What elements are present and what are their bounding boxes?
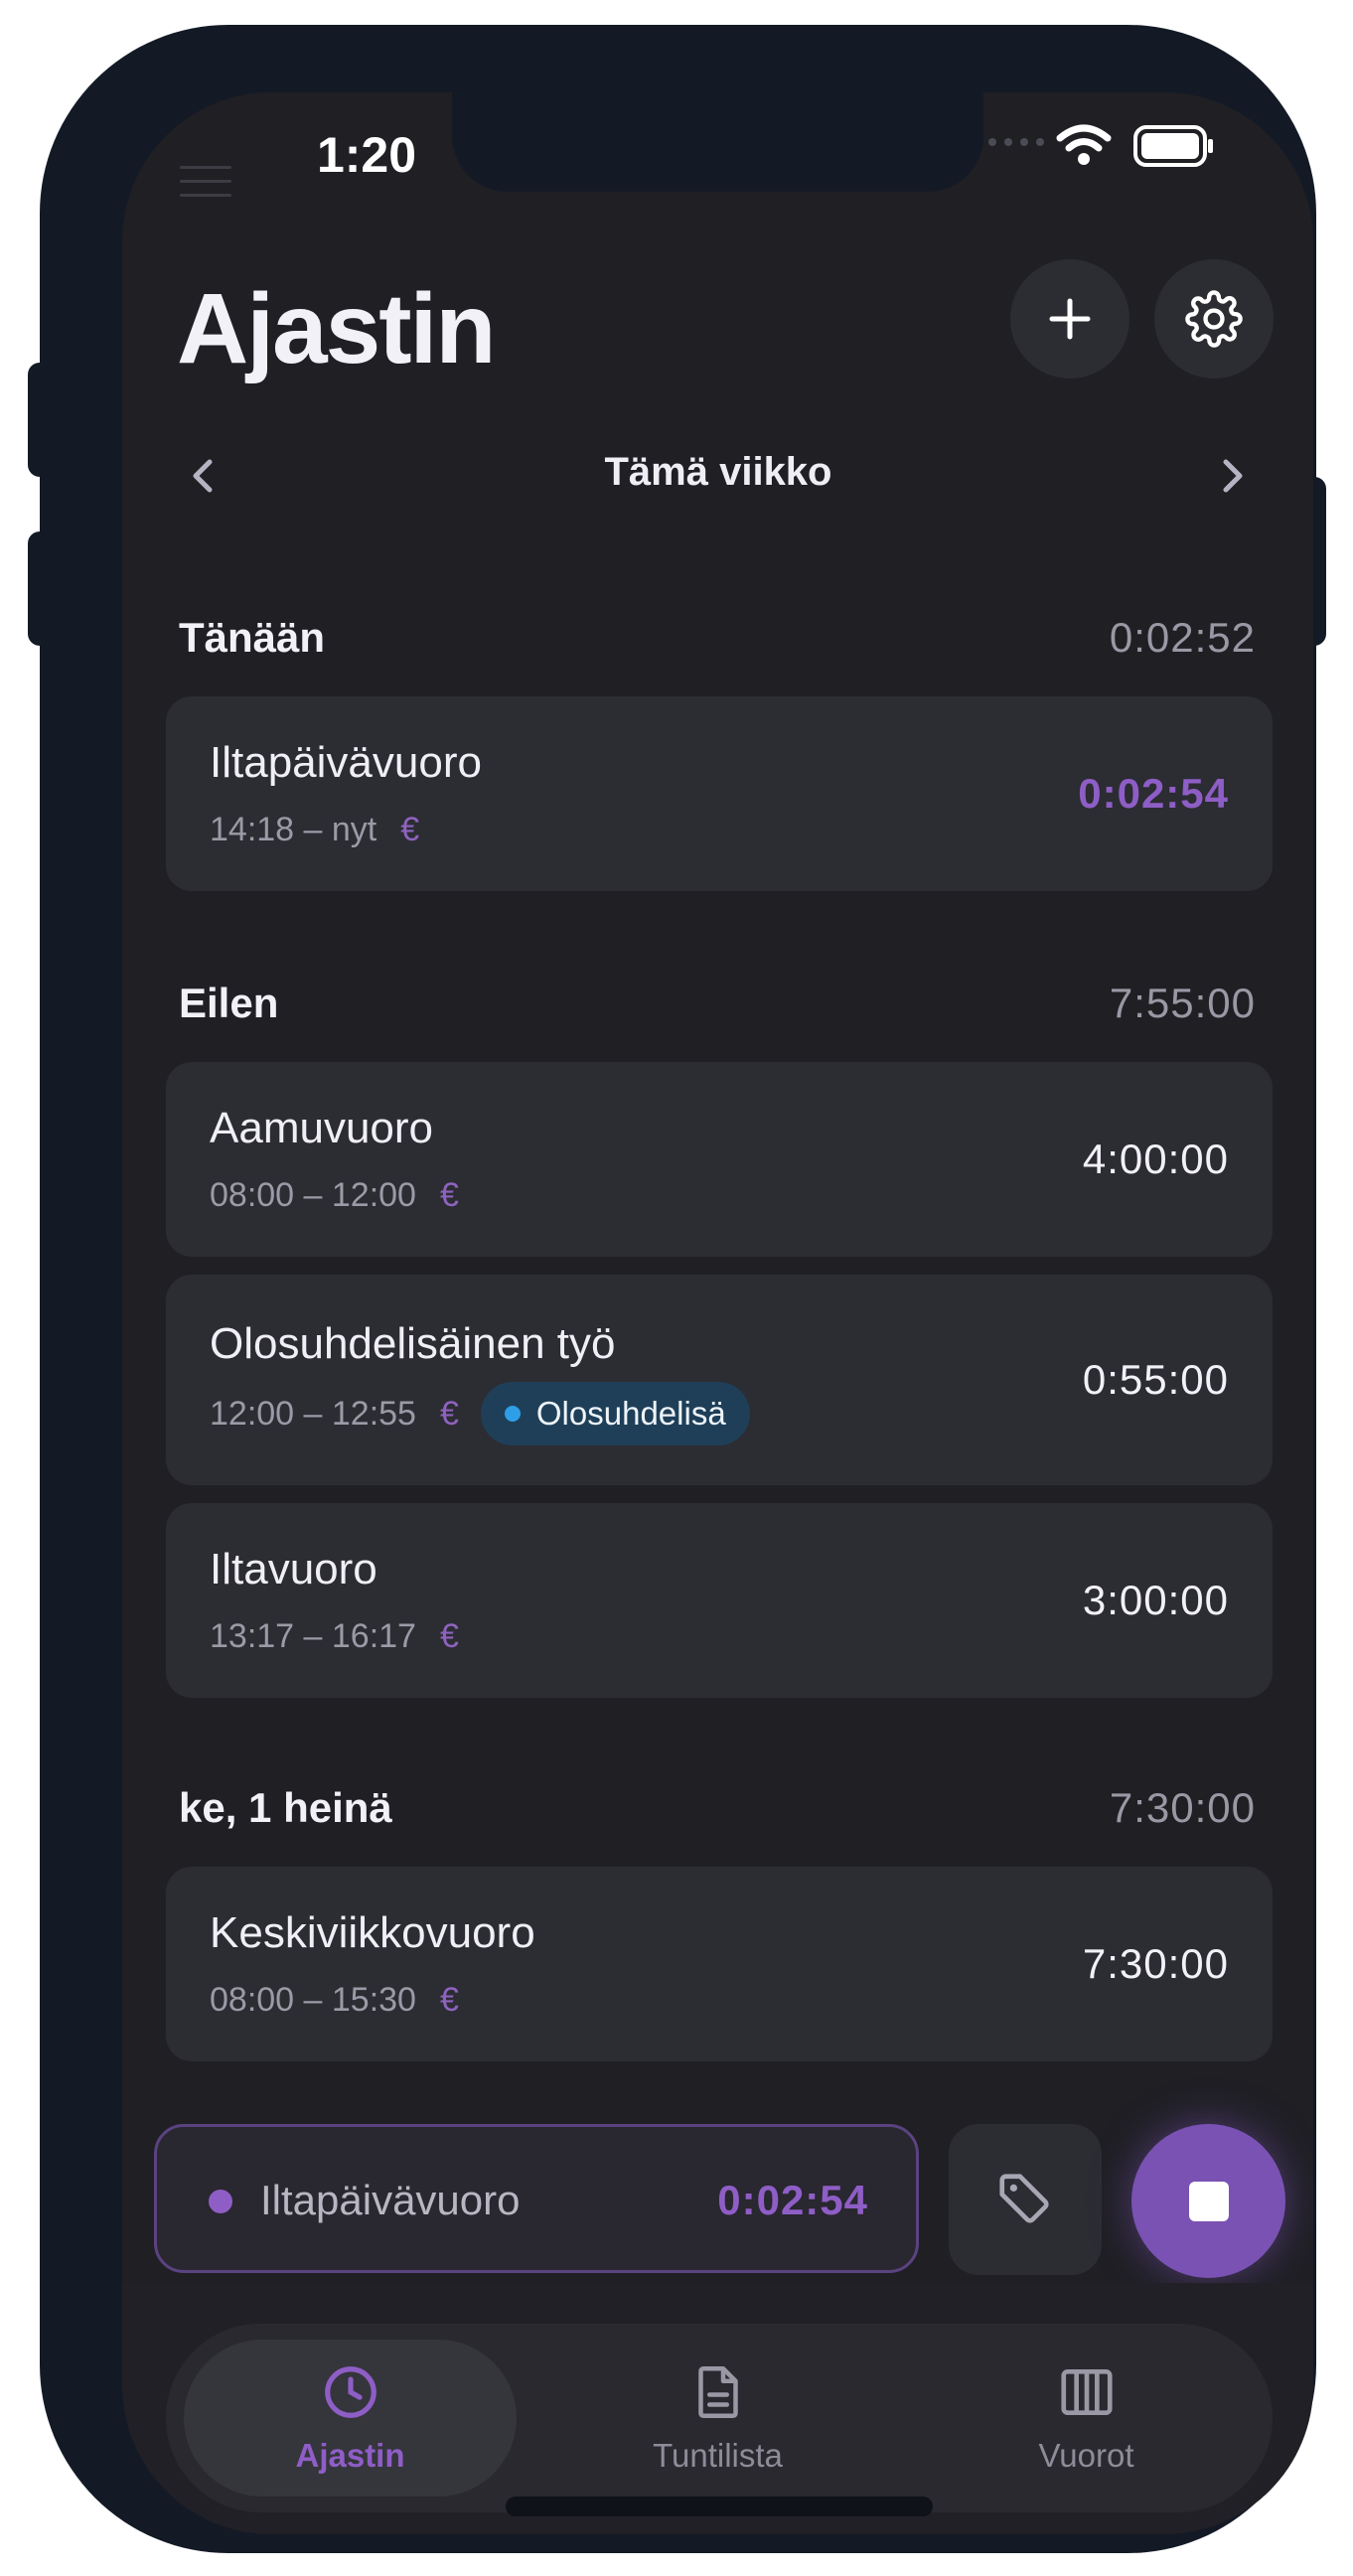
tab-label: Vuorot xyxy=(1038,2437,1134,2474)
entry-time-range: 08:00 – 12:00 xyxy=(210,1176,416,1214)
section-total-today: 0:02:52 xyxy=(1109,614,1256,661)
entry-duration: 3:00:00 xyxy=(1082,1577,1229,1623)
entry-time-range: 12:00 – 12:55 xyxy=(210,1394,416,1433)
week-label: Tämä viikko xyxy=(604,450,832,494)
cellular-icon xyxy=(986,132,1056,157)
entry-duration: 4:00:00 xyxy=(1082,1136,1229,1182)
tag-label: Olosuhdelisä xyxy=(535,1395,726,1432)
billable-icon: € xyxy=(439,1394,459,1433)
entry-time: 14:18 – nyt € xyxy=(210,811,419,849)
prev-week-button[interactable] xyxy=(188,456,218,501)
tab-tuntilista[interactable]: Tuntilista xyxy=(551,2340,884,2497)
next-week-button[interactable] xyxy=(1218,456,1248,501)
entry-card[interactable]: Iltapäivävuoro 14:18 – nyt € 0:02:54 xyxy=(166,696,1273,891)
section-total-yesterday: 7:55:00 xyxy=(1109,980,1256,1026)
entry-card[interactable]: Iltavuoro 13:17 – 16:17 € 3:00:00 xyxy=(166,1503,1273,1698)
stop-icon xyxy=(1188,2181,1229,2221)
entry-name: Iltavuoro xyxy=(210,1545,377,1593)
billable-icon: € xyxy=(439,1176,459,1214)
entry-time-range: 08:00 – 15:30 xyxy=(210,1981,416,2019)
tag-color-dot xyxy=(504,1406,521,1422)
tab-label: Ajastin xyxy=(295,2437,405,2474)
tab-label: Tuntilista xyxy=(653,2437,783,2474)
entry-name: Keskiviikkovuoro xyxy=(210,1908,535,1957)
entry-time: 08:00 – 12:00 € xyxy=(210,1176,459,1215)
app-screen: 1:20 Ajastin Tämä viikko Tänään 0:02:52 … xyxy=(122,92,1313,2534)
section-title-wednesday: ke, 1 heinä xyxy=(179,1784,392,1831)
chevron-left-icon xyxy=(193,459,213,493)
section-title-yesterday: Eilen xyxy=(179,980,279,1026)
entry-name: Iltapäivävuoro xyxy=(210,738,482,787)
status-time: 1:20 xyxy=(316,127,417,183)
tag-badge[interactable]: Olosuhdelisä xyxy=(480,1382,750,1445)
running-entry-name: Iltapäivävuoro xyxy=(260,2177,521,2223)
running-timer-bar[interactable]: Iltapäivävuoro 0:02:54 xyxy=(154,2124,919,2273)
running-indicator-dot xyxy=(209,2190,232,2213)
battery-icon xyxy=(1133,125,1215,172)
wifi-icon xyxy=(1056,124,1112,171)
add-button[interactable] xyxy=(1010,259,1129,379)
chevron-right-icon xyxy=(1223,459,1243,493)
entry-time: 13:17 – 16:17 € xyxy=(210,1617,459,1656)
home-indicator xyxy=(506,2497,933,2516)
section-total-wednesday: 7:30:00 xyxy=(1109,1784,1256,1831)
billable-icon: € xyxy=(400,811,420,848)
entry-time-range: 14:18 – nyt xyxy=(210,811,377,848)
entry-time: 12:00 – 12:55 € Olosuhdelisä xyxy=(210,1382,750,1445)
entry-duration: 0:02:54 xyxy=(1078,770,1229,817)
entry-card[interactable]: Keskiviikkovuoro 08:00 – 15:30 € 7:30:00 xyxy=(166,1867,1273,2061)
clock-icon xyxy=(324,2366,376,2418)
entry-duration: 0:55:00 xyxy=(1082,1356,1229,1403)
page-title: Ajastin xyxy=(177,273,496,384)
columns-icon xyxy=(1060,2369,1113,2415)
document-icon xyxy=(697,2366,738,2418)
phone-frame: 1:20 Ajastin Tämä viikko Tänään 0:02:52 … xyxy=(40,25,1316,2553)
gear-icon xyxy=(1185,290,1243,348)
tab-ajastin[interactable]: Ajastin xyxy=(184,2340,517,2497)
tag-icon xyxy=(999,2174,1049,2223)
plus-icon xyxy=(1049,298,1091,340)
notch xyxy=(452,92,983,192)
menu-icon xyxy=(180,162,231,202)
settings-button[interactable] xyxy=(1154,259,1274,379)
entry-time-range: 13:17 – 16:17 xyxy=(210,1617,416,1655)
entry-card[interactable]: Olosuhdelisäinen työ 12:00 – 12:55 € Olo… xyxy=(166,1275,1273,1485)
entry-name: Olosuhdelisäinen työ xyxy=(210,1319,616,1368)
stop-timer-button[interactable] xyxy=(1131,2124,1285,2278)
tag-button[interactable] xyxy=(949,2124,1102,2275)
entry-card[interactable]: Aamuvuoro 08:00 – 12:00 € 4:00:00 xyxy=(166,1062,1273,1257)
section-title-today: Tänään xyxy=(179,614,326,661)
entry-time: 08:00 – 15:30 € xyxy=(210,1981,459,2020)
entry-name: Aamuvuoro xyxy=(210,1104,434,1152)
billable-icon: € xyxy=(439,1617,459,1655)
tab-vuorot[interactable]: Vuorot xyxy=(920,2340,1253,2497)
billable-icon: € xyxy=(439,1981,459,2019)
entry-duration: 7:30:00 xyxy=(1082,1940,1229,1987)
running-entry-time: 0:02:54 xyxy=(717,2177,868,2223)
